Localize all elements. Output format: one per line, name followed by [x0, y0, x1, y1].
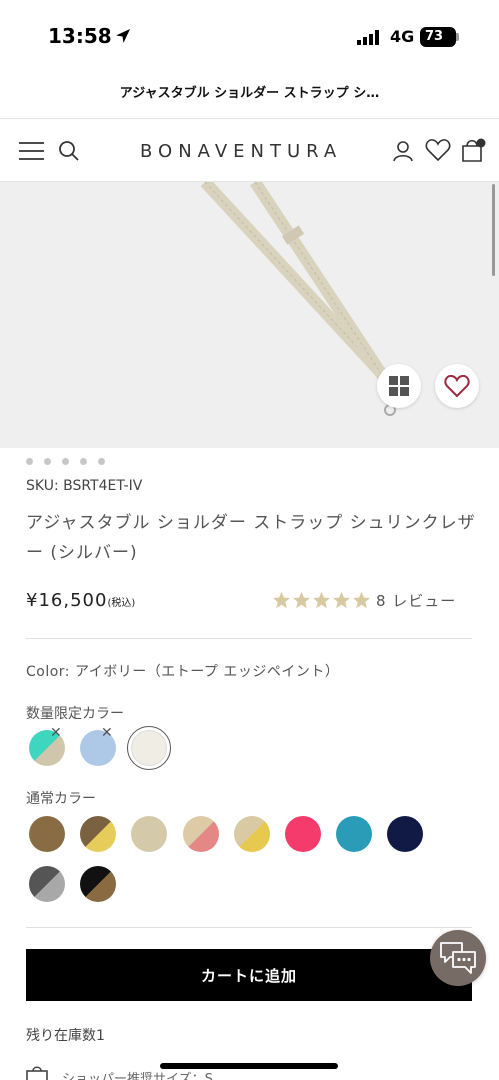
product-image[interactable]: [0, 182, 499, 448]
swatch-beige-yellow[interactable]: [234, 816, 270, 852]
home-indicator[interactable]: [160, 1063, 338, 1069]
chat-button[interactable]: [430, 930, 486, 986]
sold-out-icon: ✕: [101, 725, 113, 741]
gallery-button[interactable]: [377, 364, 421, 408]
swatch-ivory[interactable]: [131, 730, 167, 766]
grid-icon: [389, 376, 409, 396]
product-rating[interactable]: 8 レビュー: [272, 590, 456, 611]
favorite-button[interactable]: [435, 364, 479, 408]
tax-note: (税込): [107, 598, 136, 609]
star-icon: [312, 591, 331, 609]
image-pagination: [26, 458, 105, 465]
shopper-size: ショッパー推奨サイズ：S: [62, 1072, 213, 1080]
star-icon: [352, 591, 371, 609]
star-icon: [332, 591, 351, 609]
add-to-cart-button[interactable]: カートに追加: [26, 949, 472, 1001]
status-bar: 13:58 4G 73: [0, 0, 499, 70]
star-icon: [292, 591, 311, 609]
account-icon[interactable]: [392, 140, 414, 162]
status-time: 13:58: [48, 24, 112, 48]
sold-out-icon: ✕: [50, 725, 62, 741]
limited-colors-label: 数量限定カラー: [26, 706, 124, 722]
pagination-dot[interactable]: [62, 458, 69, 465]
strap-image: [200, 182, 398, 416]
divider: [26, 638, 472, 639]
swatch-greige[interactable]: [131, 816, 167, 852]
pagination-dot[interactable]: [26, 458, 33, 465]
signal-icon: [357, 30, 379, 45]
cart-icon[interactable]: [460, 137, 488, 163]
shopping-bag-icon: [26, 1066, 48, 1080]
site-header: BONAVENTURA: [0, 118, 499, 182]
regular-colors-label: 通常カラー: [26, 791, 96, 807]
brand-logo[interactable]: BONAVENTURA: [140, 141, 342, 162]
swatch-brown[interactable]: [29, 816, 65, 852]
page-title: アジャスタブル ショルダー ストラップ シ…: [119, 86, 380, 101]
heart-icon: [444, 374, 470, 397]
swatch-navy[interactable]: [387, 816, 423, 852]
location-arrow-icon: [116, 29, 130, 43]
swatch-black-brown[interactable]: [80, 866, 116, 902]
swatch-pink[interactable]: [285, 816, 321, 852]
swatch-teal[interactable]: [336, 816, 372, 852]
product-sku: SKU: BSRT4ET-IV: [26, 478, 143, 494]
pagination-dot[interactable]: [98, 458, 105, 465]
swatch-beige-pink[interactable]: [183, 816, 219, 852]
stock-remaining: 残り在庫数1: [26, 1028, 105, 1044]
battery-indicator: 73: [420, 27, 456, 47]
chat-icon: [440, 942, 476, 974]
divider: [26, 927, 472, 928]
selected-color-label: Color: アイボリー（エトープ エッジペイント）: [26, 664, 340, 680]
swatch-grey[interactable]: [29, 866, 65, 902]
network-label: 4G: [390, 27, 415, 46]
pagination-dot[interactable]: [44, 458, 51, 465]
wishlist-icon[interactable]: [425, 139, 451, 162]
image-scrollbar[interactable]: [492, 184, 495, 276]
product-name: アジャスタブル ショルダー ストラップ シュリンクレザー (シルバー): [26, 513, 476, 563]
star-icon: [272, 591, 291, 609]
price-value: ¥16,500: [26, 590, 108, 611]
menu-icon[interactable]: [19, 141, 44, 161]
pagination-dot[interactable]: [80, 458, 87, 465]
product-price: ¥16,500(税込): [26, 590, 135, 611]
battery-tip: [456, 33, 459, 41]
review-count[interactable]: 8 レビュー: [376, 590, 456, 611]
swatch-brown-yellow[interactable]: [80, 816, 116, 852]
search-icon[interactable]: [58, 140, 80, 162]
